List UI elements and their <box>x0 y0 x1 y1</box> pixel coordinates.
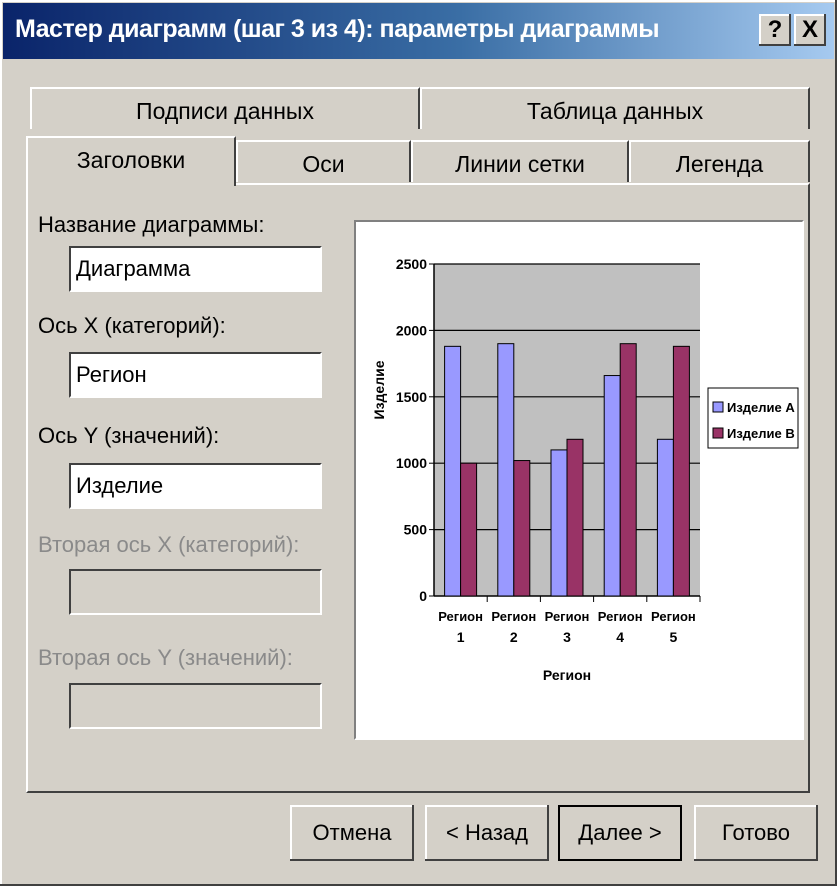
bar <box>619 343 637 597</box>
x-tick-label-number: 1 <box>457 629 465 645</box>
chart-title-label: Название диаграммы: <box>38 212 265 237</box>
bar <box>513 460 531 597</box>
bar <box>672 345 690 597</box>
cancel-button[interactable]: Отмена <box>290 805 414 861</box>
tab-legend[interactable]: Легенда <box>629 140 810 182</box>
tab-titles[interactable]: Заголовки <box>26 136 236 186</box>
x-tick-label-number: 5 <box>670 629 678 645</box>
tab-data-table[interactable]: Таблица данных <box>420 87 810 129</box>
x-tick-label-number: 4 <box>616 629 624 645</box>
bar <box>550 449 568 597</box>
x-tick-label: Регион <box>491 609 536 624</box>
legend-label: Изделие А <box>727 400 795 415</box>
bar <box>656 438 674 597</box>
x-axis-title: Регион <box>543 667 591 683</box>
secondary-x-axis-label: Вторая ось X (категорий): <box>38 532 300 557</box>
y-tick-label: 500 <box>404 522 428 538</box>
tab-axes[interactable]: Оси <box>236 140 411 182</box>
chart-preview: 0 500 1000 1500 2000 2500 Регион 1 Регион 2 Регион… <box>354 220 804 740</box>
x-tick-label: Регион <box>598 609 643 624</box>
x-tick-label: Регион <box>651 609 696 624</box>
tab-gridlines[interactable]: Линии сетки <box>411 140 629 182</box>
bar <box>444 345 462 597</box>
y-axis-label: Ось Y (значений): <box>38 423 220 448</box>
x-axis-input[interactable]: Регион <box>69 352 322 398</box>
secondary-y-axis-input <box>69 683 322 729</box>
y-tick-label: 1500 <box>396 389 427 405</box>
bar <box>603 375 621 597</box>
chart-title-input[interactable]: Диаграмма <box>69 246 322 292</box>
back-button[interactable]: < Назад <box>425 805 549 861</box>
x-tick-label: Регион <box>438 609 483 624</box>
tab-data-labels[interactable]: Подписи данных <box>30 87 420 129</box>
y-tick-label: 1000 <box>396 455 427 471</box>
finish-button[interactable]: Готово <box>694 805 818 861</box>
bar <box>497 343 515 597</box>
y-tick-label: 2000 <box>396 322 427 338</box>
secondary-y-axis-label: Вторая ось Y (значений): <box>38 645 293 670</box>
tab-panel-titles: Название диаграммы: Диаграмма Ось X (кат… <box>26 183 810 793</box>
legend-label: Изделие В <box>727 426 795 441</box>
y-tick-label: 2500 <box>396 256 427 272</box>
y-axis-input[interactable]: Изделие <box>69 463 322 509</box>
secondary-x-axis-input <box>69 569 322 615</box>
bar <box>460 462 478 597</box>
close-button[interactable]: X <box>794 14 826 46</box>
bar-chart: 0 500 1000 1500 2000 2500 Регион 1 Регион 2 Регион… <box>371 256 799 683</box>
y-axis-title: Изделие <box>371 360 387 419</box>
bar <box>566 438 584 597</box>
title-bar[interactable]: Мастер диаграмм (шаг 3 из 4): параметры … <box>3 3 834 59</box>
help-button[interactable]: ? <box>759 14 791 46</box>
x-tick-label: Регион <box>545 609 590 624</box>
legend-swatch <box>712 427 724 439</box>
x-axis-label: Ось X (категорий): <box>38 313 226 338</box>
chart-wizard-dialog: Мастер диаграмм (шаг 3 из 4): параметры … <box>0 0 837 886</box>
y-tick-label: 0 <box>419 588 427 604</box>
x-tick-label-number: 2 <box>510 629 518 645</box>
window-title: Мастер диаграмм (шаг 3 из 4): параметры … <box>15 15 660 43</box>
legend-swatch <box>712 401 724 413</box>
x-tick-label-number: 3 <box>563 629 571 645</box>
next-button[interactable]: Далее > <box>558 805 682 861</box>
